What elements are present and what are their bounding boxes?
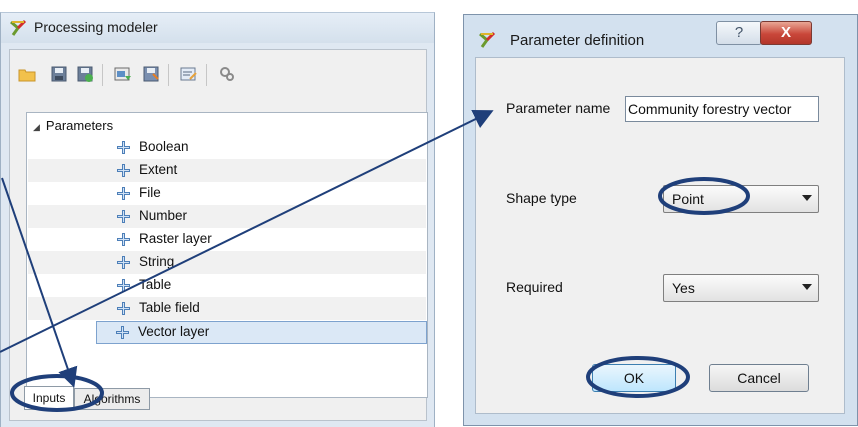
- tree-item-raster-layer[interactable]: Raster layer: [28, 228, 426, 251]
- plus-icon: [117, 233, 130, 246]
- plus-icon: [117, 256, 130, 269]
- ok-button[interactable]: OK: [592, 364, 676, 392]
- save-icon[interactable]: [50, 66, 68, 82]
- plus-icon: [116, 326, 129, 339]
- help-button[interactable]: ?: [716, 21, 762, 45]
- tree-item-label: String: [139, 254, 175, 269]
- tree-item-label: Table: [139, 277, 172, 292]
- required-label: Required: [506, 279, 563, 295]
- tree-item-label: Boolean: [139, 139, 189, 154]
- tree-item-boolean[interactable]: Boolean: [28, 136, 426, 159]
- tree-item-extent[interactable]: Extent: [28, 159, 426, 182]
- plus-icon: [117, 279, 130, 292]
- dialog-titlebar: Parameter definition ? X: [464, 15, 857, 55]
- modeler-titlebar: Processing modeler: [1, 13, 434, 43]
- tree-item-string[interactable]: String: [28, 251, 426, 274]
- modeler-toolbar: [18, 60, 418, 90]
- toolbar-separator: [168, 64, 169, 86]
- qgis-processing-icon: [10, 19, 27, 36]
- tree-item-table-field[interactable]: Table field: [28, 297, 426, 320]
- toolbar-separator: [102, 64, 103, 86]
- tree-item-file[interactable]: File: [28, 182, 426, 205]
- parameters-tree: ◢ Parameters Boolean Extent File Number R…: [26, 112, 428, 398]
- save-as-icon[interactable]: [76, 66, 94, 82]
- tree-item-label: File: [139, 185, 161, 200]
- collapse-arrow-icon[interactable]: ◢: [33, 122, 40, 132]
- tab-algorithms[interactable]: Algorithms: [74, 388, 150, 410]
- tree-item-table[interactable]: Table: [28, 274, 426, 297]
- save-to-collection-icon[interactable]: [142, 66, 160, 82]
- shape-type-value: Point: [672, 191, 704, 207]
- processing-modeler-window: Processing modeler ◢ Parameters Boolean …: [0, 12, 435, 427]
- tree-item-label: Number: [139, 208, 188, 223]
- dialog-body: Parameter name Shape type Point Required…: [475, 57, 845, 414]
- parameter-definition-dialog: Parameter definition ? X Parameter name …: [463, 14, 858, 426]
- plus-icon: [117, 210, 130, 223]
- plus-icon: [117, 164, 130, 177]
- modeler-panel: ◢ Parameters Boolean Extent File Number R…: [9, 49, 428, 421]
- plus-icon: [117, 187, 130, 200]
- dropdown-arrow-icon: [802, 195, 812, 201]
- export-image-icon[interactable]: [114, 66, 132, 82]
- tree-item-label: Extent: [139, 162, 178, 177]
- run-icon[interactable]: [218, 66, 236, 82]
- tree-item-vector-layer[interactable]: Vector layer: [96, 321, 427, 344]
- tree-item-number[interactable]: Number: [28, 205, 426, 228]
- modeler-title: Processing modeler: [34, 19, 158, 35]
- plus-icon: [117, 141, 130, 154]
- open-folder-icon[interactable]: [18, 66, 36, 82]
- dialog-title: Parameter definition: [510, 32, 645, 49]
- tree-root-label: Parameters: [45, 118, 114, 133]
- tree-root-parameters[interactable]: ◢ Parameters: [33, 116, 113, 136]
- toolbar-separator: [206, 64, 207, 86]
- qgis-processing-icon: [479, 31, 496, 48]
- edit-help-icon[interactable]: [180, 66, 198, 82]
- parameter-name-input[interactable]: [625, 96, 819, 122]
- tab-inputs[interactable]: Inputs: [24, 386, 74, 410]
- shape-type-select[interactable]: Point: [663, 185, 819, 213]
- close-button[interactable]: X: [760, 21, 812, 45]
- tree-item-label: Raster layer: [139, 231, 212, 246]
- parameter-name-label: Parameter name: [506, 100, 611, 116]
- cancel-button[interactable]: Cancel: [709, 364, 809, 392]
- dropdown-arrow-icon: [802, 284, 812, 290]
- plus-icon: [117, 302, 130, 315]
- tree-item-label: Vector layer: [138, 324, 210, 339]
- required-select[interactable]: Yes: [663, 274, 819, 302]
- tree-item-label: Table field: [139, 300, 200, 315]
- required-value: Yes: [672, 280, 695, 296]
- shape-type-label: Shape type: [506, 190, 577, 206]
